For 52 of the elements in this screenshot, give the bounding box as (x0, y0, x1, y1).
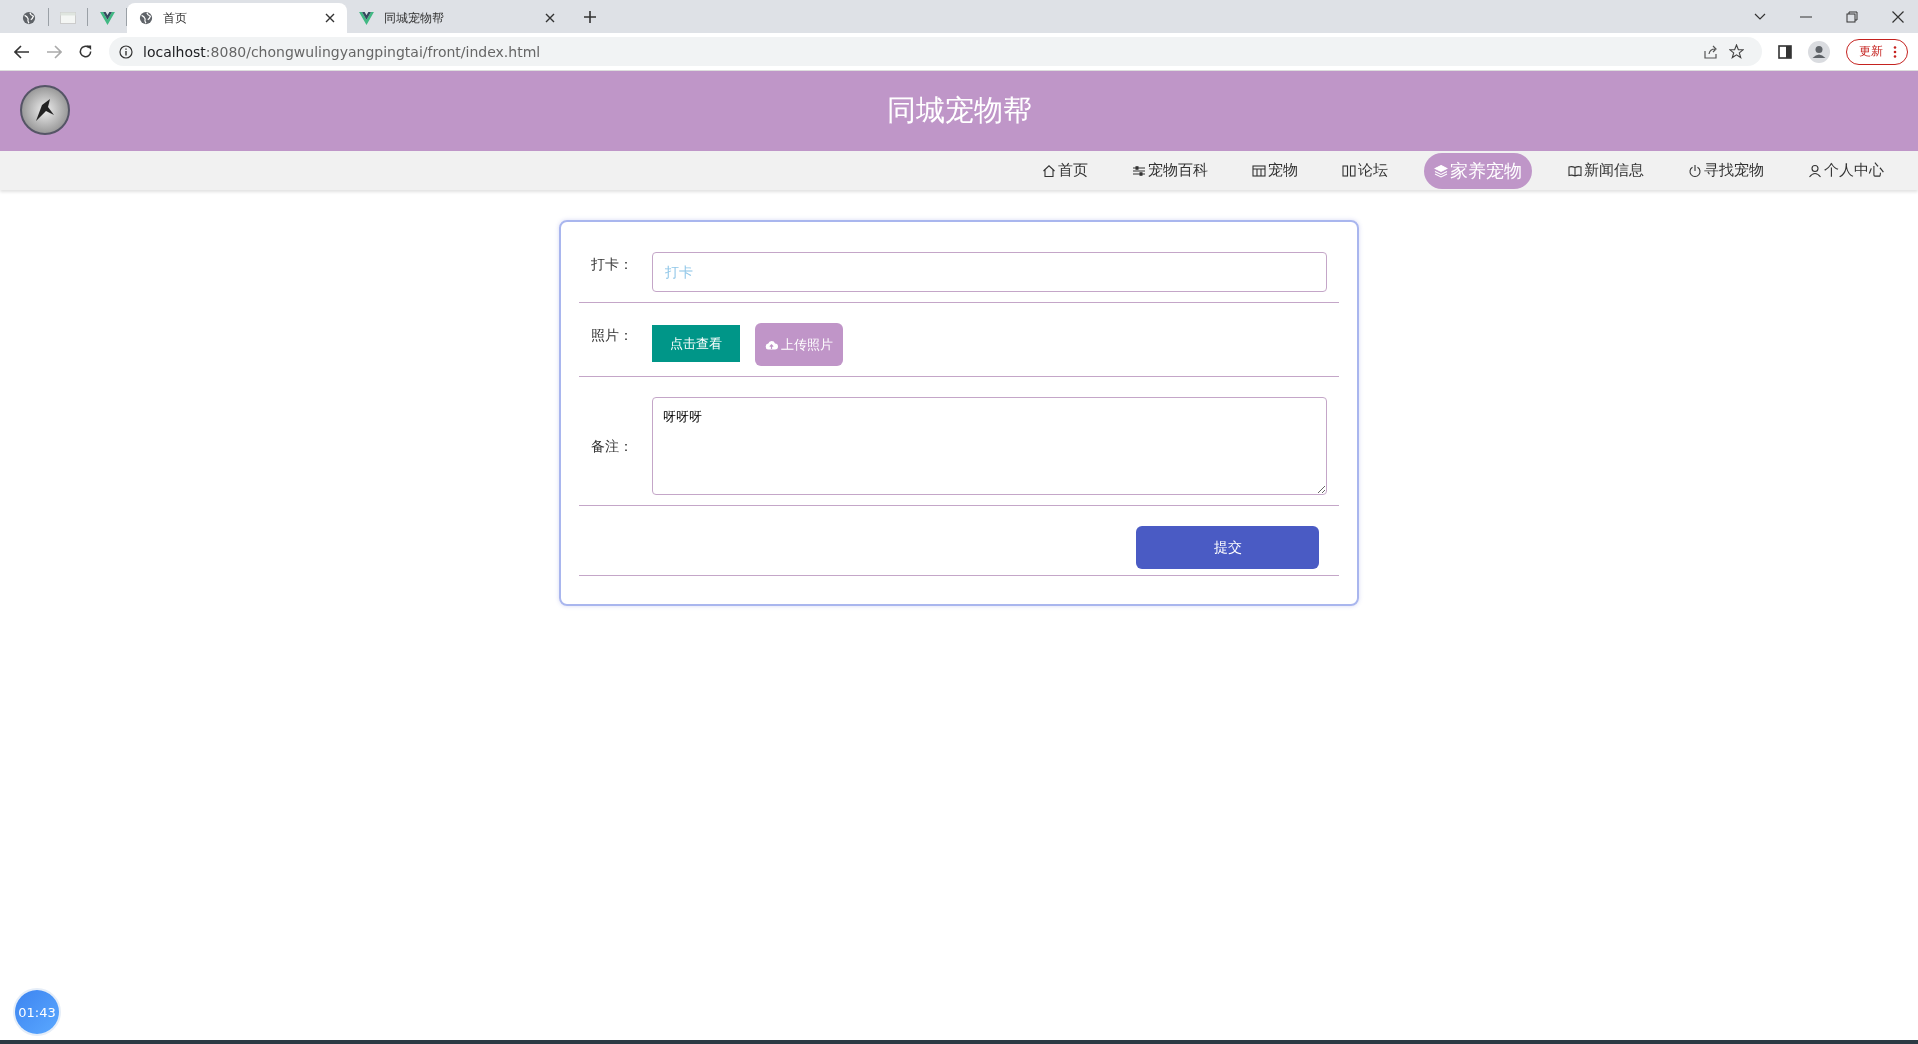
cloud-upload-icon (765, 339, 778, 350)
nav-item[interactable]: 个人中心 (1800, 152, 1892, 189)
info-icon (119, 44, 133, 59)
close-icon[interactable] (545, 13, 555, 23)
power-icon (1688, 163, 1702, 178)
layers-icon (1434, 163, 1448, 178)
globe-icon (22, 11, 36, 25)
restore-icon[interactable] (1846, 10, 1858, 23)
nav-item[interactable]: 宠物百科 (1124, 152, 1216, 189)
tab-title: 同城宠物帮 (384, 9, 445, 27)
nav-item[interactable]: 寻找宠物 (1680, 152, 1772, 189)
share-icon[interactable] (1704, 44, 1719, 59)
sliders-icon (1132, 163, 1146, 178)
field-label: 照片： (591, 326, 634, 345)
v-logo-icon (359, 11, 374, 25)
profile-icon[interactable] (1808, 40, 1830, 63)
nav-item[interactable]: 首页 (1034, 152, 1096, 189)
page-icon (60, 12, 76, 24)
reload-icon[interactable] (78, 44, 93, 59)
house-icon (1042, 163, 1056, 178)
chevron-down-icon[interactable] (1754, 12, 1766, 21)
minimize-icon[interactable] (1800, 15, 1812, 18)
v-logo-icon (99, 11, 115, 25)
url-text: localhost:8080/chongwulingyangpingtai/front/index.html (143, 43, 541, 60)
submit-button[interactable]: 提交 (1136, 526, 1319, 569)
site-title: 同城宠物帮 (886, 92, 1032, 129)
star-icon[interactable] (1729, 44, 1744, 59)
new-tab-icon[interactable] (583, 9, 597, 24)
nav-item[interactable]: 论坛 (1334, 152, 1396, 189)
grid-icon (1252, 163, 1266, 178)
tab-title: 首页 (163, 9, 188, 27)
browser-tab[interactable]: 同城宠物帮 (347, 3, 567, 33)
browser-tab[interactable]: 首页 (127, 3, 347, 33)
timer-badge: 01:43 (15, 990, 59, 1034)
input-field[interactable]: 打卡 (652, 252, 1327, 292)
user-icon (1808, 163, 1822, 178)
close-icon[interactable] (325, 13, 335, 23)
globe-icon (139, 11, 153, 25)
side-panel-icon[interactable] (1778, 44, 1792, 59)
columns-icon (1342, 163, 1356, 178)
more-vert-icon (1893, 45, 1897, 58)
update-button[interactable]: 更新 (1846, 38, 1908, 65)
book-icon (1568, 163, 1582, 178)
field-label: 备注： (591, 437, 634, 456)
back-arrow-icon[interactable] (14, 44, 30, 59)
close-icon[interactable] (1892, 10, 1904, 23)
nav-item[interactable]: 新闻信息 (1560, 152, 1652, 189)
view-button[interactable]: 点击查看 (652, 325, 740, 362)
field-label: 打卡： (591, 255, 634, 274)
text-area[interactable]: 呀呀呀 (652, 397, 1327, 495)
nav-item[interactable]: 宠物 (1244, 152, 1306, 189)
address-bar[interactable]: localhost:8080/chongwulingyangpingtai/front/index.html (109, 37, 1762, 66)
